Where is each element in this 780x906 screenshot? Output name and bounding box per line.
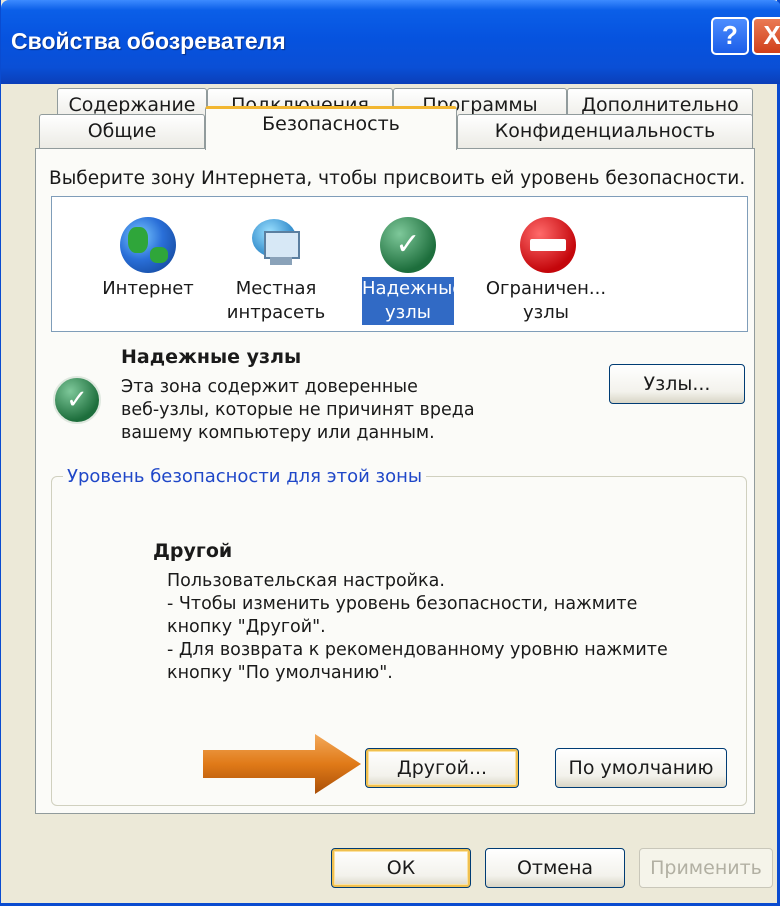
restricted-icon [520,217,576,273]
security-level-description: Пользовательская настройка. - Чтобы изме… [167,570,668,685]
zone-label-line1: Надежные [362,277,464,301]
security-level-description-line: - Для возврата к рекомендованному уровню… [167,640,668,660]
trusted-check-icon: ✓ [380,217,436,273]
apply-button[interactable]: Применить [639,848,773,888]
zone-label-line2: узлы [523,302,569,323]
tab-privacy[interactable]: Конфиденциальность [457,114,753,148]
title-bar[interactable]: Свойства обозревателя ? X [1,0,780,84]
close-button[interactable]: X [752,17,780,55]
trusted-check-icon: ✓ [53,376,101,424]
zone-description-line: Эта зона содержит доверенные [121,377,418,397]
security-level-description-line: Пользовательская настройка. [167,571,445,591]
cancel-button[interactable]: Отмена [485,848,625,888]
zone-description-line: вашему компьютеру или данным. [121,423,435,443]
zone-label-line2: интрасеть [226,302,326,323]
globe-icon [120,217,176,273]
zone-description-line: веб-узлы, которые не причинят вреда [121,400,475,420]
window-title: Свойства обозревателя [11,28,286,54]
custom-level-button[interactable]: Другой... [365,748,519,788]
computer-network-icon [246,217,302,273]
zone-label-line1: Местная [235,278,317,299]
zone-label-line2: узлы [362,301,454,325]
pointer-arrow-icon [203,734,361,794]
security-level-description-line: кнопку "Другой". [167,617,326,637]
ok-button[interactable]: ОК [331,848,471,888]
zone-label-line1: Ограничен... [485,278,607,299]
internet-options-window: Свойства обозревателя ? X Содержание Под… [0,0,780,906]
zone-list: Интернет Местная интрасеть ✓ Надежные уз… [51,196,748,332]
security-level-name: Другой [153,540,233,562]
zone-description: Эта зона содержит доверенные веб-узлы, к… [121,376,475,445]
help-button[interactable]: ? [711,17,749,55]
security-level-description-line: - Чтобы изменить уровень безопасности, н… [167,594,638,614]
zone-label: Интернет [102,278,194,299]
zone-title: Надежные узлы [121,346,302,368]
sites-button[interactable]: Узлы... [609,364,745,404]
tab-general[interactable]: Общие [39,114,205,148]
security-level-group-label: Уровень безопасности для этой зоны [63,466,427,487]
zone-prompt: Выберите зону Интернета, чтобы присвоить… [49,168,746,189]
security-level-description-line: кнопку "По умолчанию". [167,663,393,683]
tab-security[interactable]: Безопасность [205,106,457,150]
default-level-button[interactable]: По умолчанию [555,748,727,788]
